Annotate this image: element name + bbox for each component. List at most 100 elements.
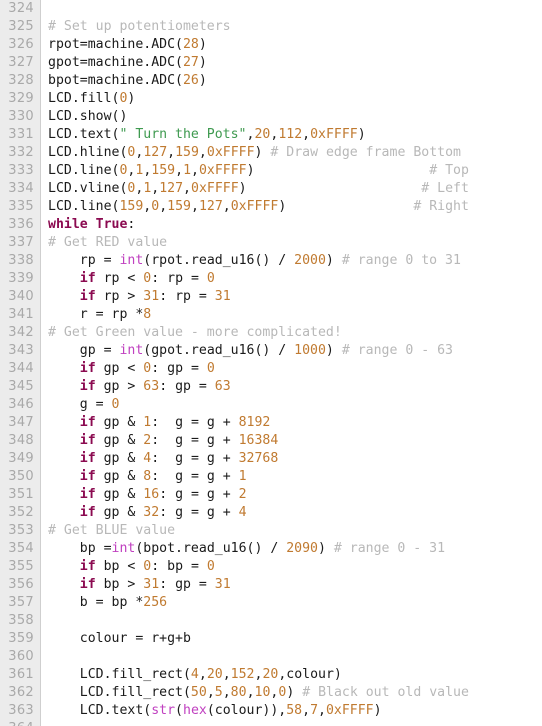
line-number: 339: [8, 271, 34, 286]
code-line-content[interactable]: bpot=machine.ADC(26): [48, 72, 207, 90]
token-plain: ,: [206, 685, 215, 700]
code-line-content[interactable]: LCD.fill_rect(4,20,152,20,colour): [48, 666, 342, 684]
token-builtin: hex: [183, 703, 207, 718]
token-plain: : gp =: [159, 379, 215, 394]
code-line-content[interactable]: if rp < 0: rp = 0: [48, 270, 215, 288]
token-plain: ,: [302, 703, 311, 718]
code-line-content[interactable]: rpot=machine.ADC(28): [48, 36, 207, 54]
token-plain: gp &: [95, 505, 144, 520]
token-number: 20: [254, 127, 271, 142]
line-number: 342: [8, 325, 34, 340]
code-line-content[interactable]: LCD.fill_rect(50,5,80,10,0) # Black out …: [48, 684, 469, 702]
token-plain: ,: [222, 685, 231, 700]
code-line-content[interactable]: LCD.show(): [48, 108, 127, 126]
token-number: 2000: [294, 253, 326, 268]
code-line-content[interactable]: if gp & 16: g = g + 2: [48, 486, 247, 504]
code-line-content[interactable]: # Get RED value: [48, 234, 167, 252]
token-plain: ,: [318, 703, 326, 718]
code-line-content[interactable]: gpot=machine.ADC(27): [48, 54, 207, 72]
line-number: 336: [8, 217, 34, 232]
token-number: 16: [143, 487, 160, 502]
token-builtin: int: [111, 541, 136, 556]
token-number: 112: [278, 127, 303, 142]
code-line-content[interactable]: if gp & 2: g = g + 16384: [48, 432, 279, 450]
code-editor[interactable]: 324 325 # Set up potentiometers 326 rpot=mac…: [0, 0, 542, 726]
code-line-content[interactable]: gp = int(gpot.read_u16() / 1000) # range…: [48, 342, 453, 360]
code-line-content[interactable]: colour = r+g+b: [48, 630, 191, 648]
line-number: 337: [8, 235, 34, 250]
token-plain: LCD.fill_rect(: [48, 667, 191, 682]
token-plain: : rp =: [151, 271, 207, 286]
token-plain: rp <: [95, 271, 144, 286]
code-line-content[interactable]: if gp < 0: gp = 0: [48, 360, 215, 378]
token-plain: rpot=machine.ADC(: [48, 37, 183, 52]
line-number: 364: [0, 720, 34, 726]
token-comment: # range 0 - 31: [333, 541, 446, 556]
code-line-content[interactable]: # Set up potentiometers: [48, 18, 231, 36]
token-keyword: if: [79, 289, 96, 304]
line-number: 330: [8, 109, 34, 124]
code-line-content[interactable]: r = rp *8: [48, 306, 151, 324]
code-line-content[interactable]: # Get BLUE value: [48, 522, 175, 540]
token-keyword: if: [79, 415, 96, 430]
code-line-content[interactable]: if gp & 32: g = g + 4: [48, 504, 247, 522]
code-line-content[interactable]: LCD.text(str(hex(colour)),58,7,0xFFFF): [48, 702, 382, 720]
code-line-content[interactable]: # Get Green value - more complicated!: [48, 324, 342, 342]
code-line-content[interactable]: if gp > 63: gp = 63: [48, 378, 231, 396]
token-comment: # range 0 - 63: [341, 343, 453, 358]
code-line-content[interactable]: LCD.fill(0): [48, 90, 135, 108]
token-number: 31: [143, 289, 160, 304]
code-line-content[interactable]: LCD.text(" Turn the Pots",20,112,0xFFFF): [48, 126, 366, 144]
code-line-content[interactable]: if gp & 4: g = g + 32768: [48, 450, 279, 468]
code-line-content[interactable]: LCD.vline(0,1,127,0xFFFF) # Left: [48, 180, 469, 198]
line-number: 351: [8, 487, 34, 502]
token-number: 0: [151, 199, 160, 214]
token-plain: ): [198, 37, 207, 52]
token-number: 0xFFFF: [325, 703, 374, 718]
code-line-content[interactable]: while True:: [48, 216, 135, 234]
code-line-content[interactable]: bp =int(bpot.read_u16() / 2090) # range …: [48, 540, 445, 558]
token-plain: : bp =: [151, 559, 207, 574]
code-line-content[interactable]: rp = int(rpot.read_u16() / 2000) # range…: [48, 252, 461, 270]
line-number: 335: [8, 199, 34, 214]
token-plain: ,: [246, 685, 255, 700]
token-plain: ,: [191, 163, 199, 178]
token-number: 31: [214, 289, 231, 304]
token-number: 2: [238, 487, 247, 502]
token-number: 27: [182, 55, 199, 70]
token-keyword: if: [79, 577, 96, 592]
token-number: 58: [286, 703, 303, 718]
token-comment: # Get BLUE value: [48, 523, 176, 538]
token-plain: ,: [198, 145, 207, 160]
token-plain: ,: [183, 181, 191, 196]
code-line-content[interactable]: b = bp *256: [48, 594, 167, 612]
code-line-content[interactable]: if gp & 1: g = g + 8192: [48, 414, 271, 432]
token-plain: gp &: [95, 487, 144, 502]
line-number: 356: [8, 577, 34, 592]
token-number: 0: [206, 559, 215, 574]
token-comment: # Draw edge frame Bottom: [270, 145, 461, 160]
code-line-content[interactable]: if bp < 0: bp = 0: [48, 558, 215, 576]
token-number: 0xFFFF: [191, 181, 239, 196]
token-keyword: if: [79, 379, 96, 394]
token-plain: ,: [198, 667, 207, 682]
token-plain: ): [198, 73, 207, 88]
code-line-content[interactable]: if gp & 8: g = g + 1: [48, 468, 247, 486]
code-line-content[interactable]: LCD.hline(0,127,159,0xFFFF) # Draw edge …: [48, 144, 461, 162]
code-line-content[interactable]: if bp > 31: gp = 31: [48, 576, 231, 594]
token-plain: ,: [222, 199, 231, 214]
code-line-content[interactable]: if rp > 31: rp = 31: [48, 288, 231, 306]
token-plain: gp &: [95, 433, 144, 448]
code-line-content[interactable]: LCD.line(0,1,159,1,0xFFFF) # Top: [48, 162, 469, 180]
token-plain: ,: [175, 163, 184, 178]
token-plain: LCD.fill(: [48, 91, 120, 106]
token-plain: LCD.line(: [48, 199, 120, 214]
code-line-content[interactable]: g = 0: [48, 396, 120, 414]
line-number: 353: [8, 523, 34, 538]
code-line-content[interactable]: LCD.line(159,0,159,127,0xFFFF) # Right: [48, 198, 469, 216]
